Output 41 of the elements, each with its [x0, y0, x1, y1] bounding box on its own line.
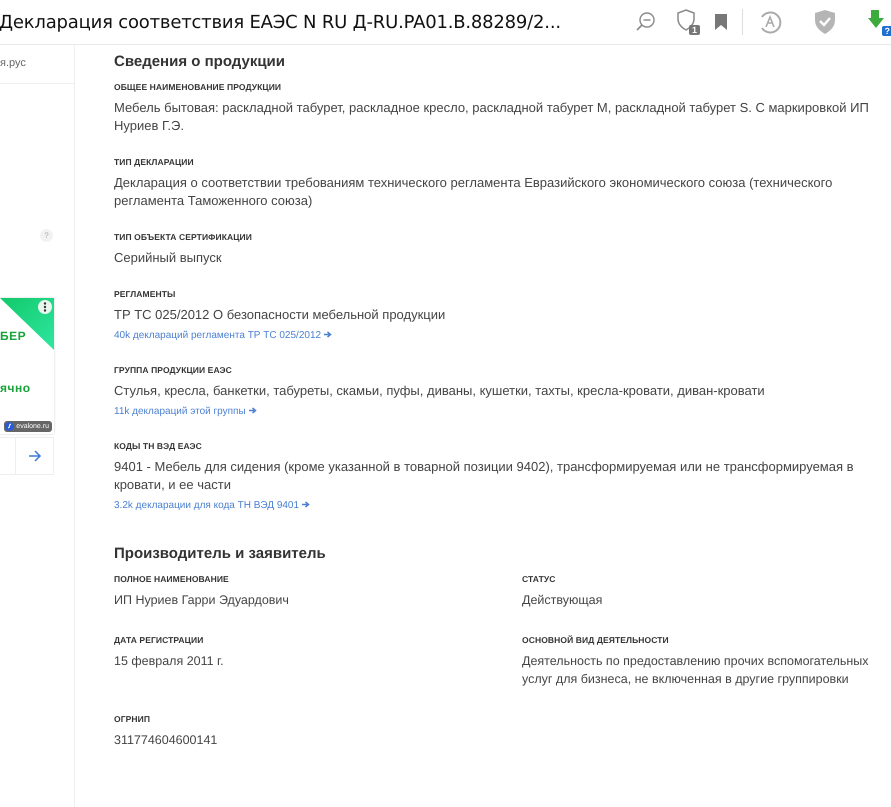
field-label: СТАТУС [522, 574, 557, 584]
field-value: Мебель бытовая: раскладной табурет, раскладное кресло, раскладной табурет M, раскладной табурет S. С маркировкой ИП Нуриев Г.Э. [114, 99, 870, 135]
field-label: ОСНОВНОЙ ВИД ДЕЯТЕЛЬНОСТИ [522, 635, 670, 645]
field-label: ТИП ДЕКЛАРАЦИИ [114, 157, 195, 167]
field-label: ГРУППА ПРОДУКЦИИ ЕАЭС [114, 365, 233, 375]
field-label: ОБЩЕЕ НАИМЕНОВАНИЕ ПРОДУКЦИИ [114, 82, 282, 92]
field-value: 15 февраля 2011 г. [114, 653, 225, 670]
field-label: ОГРНИП [114, 714, 152, 724]
field-label: ПОЛНОЕ НАИМЕНОВАНИЕ [114, 574, 230, 584]
zoom-out-icon[interactable] [636, 12, 656, 32]
ad-text: ячно [0, 381, 31, 395]
window-title: Декларация соответствия ЕАЭС N RU Д-RU.PA01.B.88289/2... [0, 12, 562, 32]
declarations-link[interactable]: 40k деклараций регламента ТР ТС 025/2012 [114, 330, 332, 341]
field-value: 311774604600141 [114, 732, 218, 749]
declarations-link[interactable]: 3.2k декларации для кода ТН ВЭД 9401 [114, 500, 310, 511]
shield-check-icon[interactable] [813, 9, 837, 35]
field-value: Стулья, кресла, банкетки, табуреты, скамьи, пуфы, диваны, кушетки, тахты, кресла-кровати, диван-кровати [114, 382, 766, 400]
field-label: ДАТА РЕГИСТРАЦИИ [114, 635, 204, 645]
field-value: Деятельность по предоставлению прочих вспомогательных услуг для бизнеса, не включенная в другие группировки [522, 653, 870, 688]
field-value: ТР ТС 025/2012 О безопасности мебельной продукции [114, 306, 446, 324]
help-badge: ? [882, 26, 891, 36]
more-icon[interactable] [38, 300, 52, 314]
ad-text: БЕР [0, 329, 26, 343]
section-title: Производитель и заявитель [114, 545, 327, 562]
notification-badge: 1 [688, 25, 700, 35]
arrow-right-icon [248, 407, 257, 414]
arrow-right-icon [28, 450, 42, 462]
field-label: КОДЫ ТН ВЭД ЕАЭС [114, 441, 203, 451]
field-value: Серийный выпуск [114, 249, 223, 267]
field-label: РЕГЛАМЕНТЫ [114, 289, 176, 299]
field-label: ТИП ОБЪЕКТА СЕРТИФИКАЦИИ [114, 232, 253, 242]
declarations-link[interactable]: 11k деклараций этой группы [114, 406, 257, 417]
bookmark-icon[interactable] [714, 13, 728, 31]
field-value: Декларация о соответствии требованиям технического регламента Евразийского экономического союза (технического регламента Таможенного союза) [114, 174, 834, 210]
field-value: ИП Нуриев Гарри Эдуардович [114, 592, 290, 609]
section-title: Сведения о продукции [114, 53, 286, 70]
site-name: я.рус [0, 45, 74, 84]
field-value: Действующая [522, 592, 604, 609]
field-value: 9401 - Мебель для сидения (кроме указанной в товарной позиции 9402), трансформируемая или не трансформируемая в кровати, и ее части [114, 458, 855, 494]
arrow-right-icon [324, 331, 332, 338]
arrow-right-icon [302, 501, 310, 508]
